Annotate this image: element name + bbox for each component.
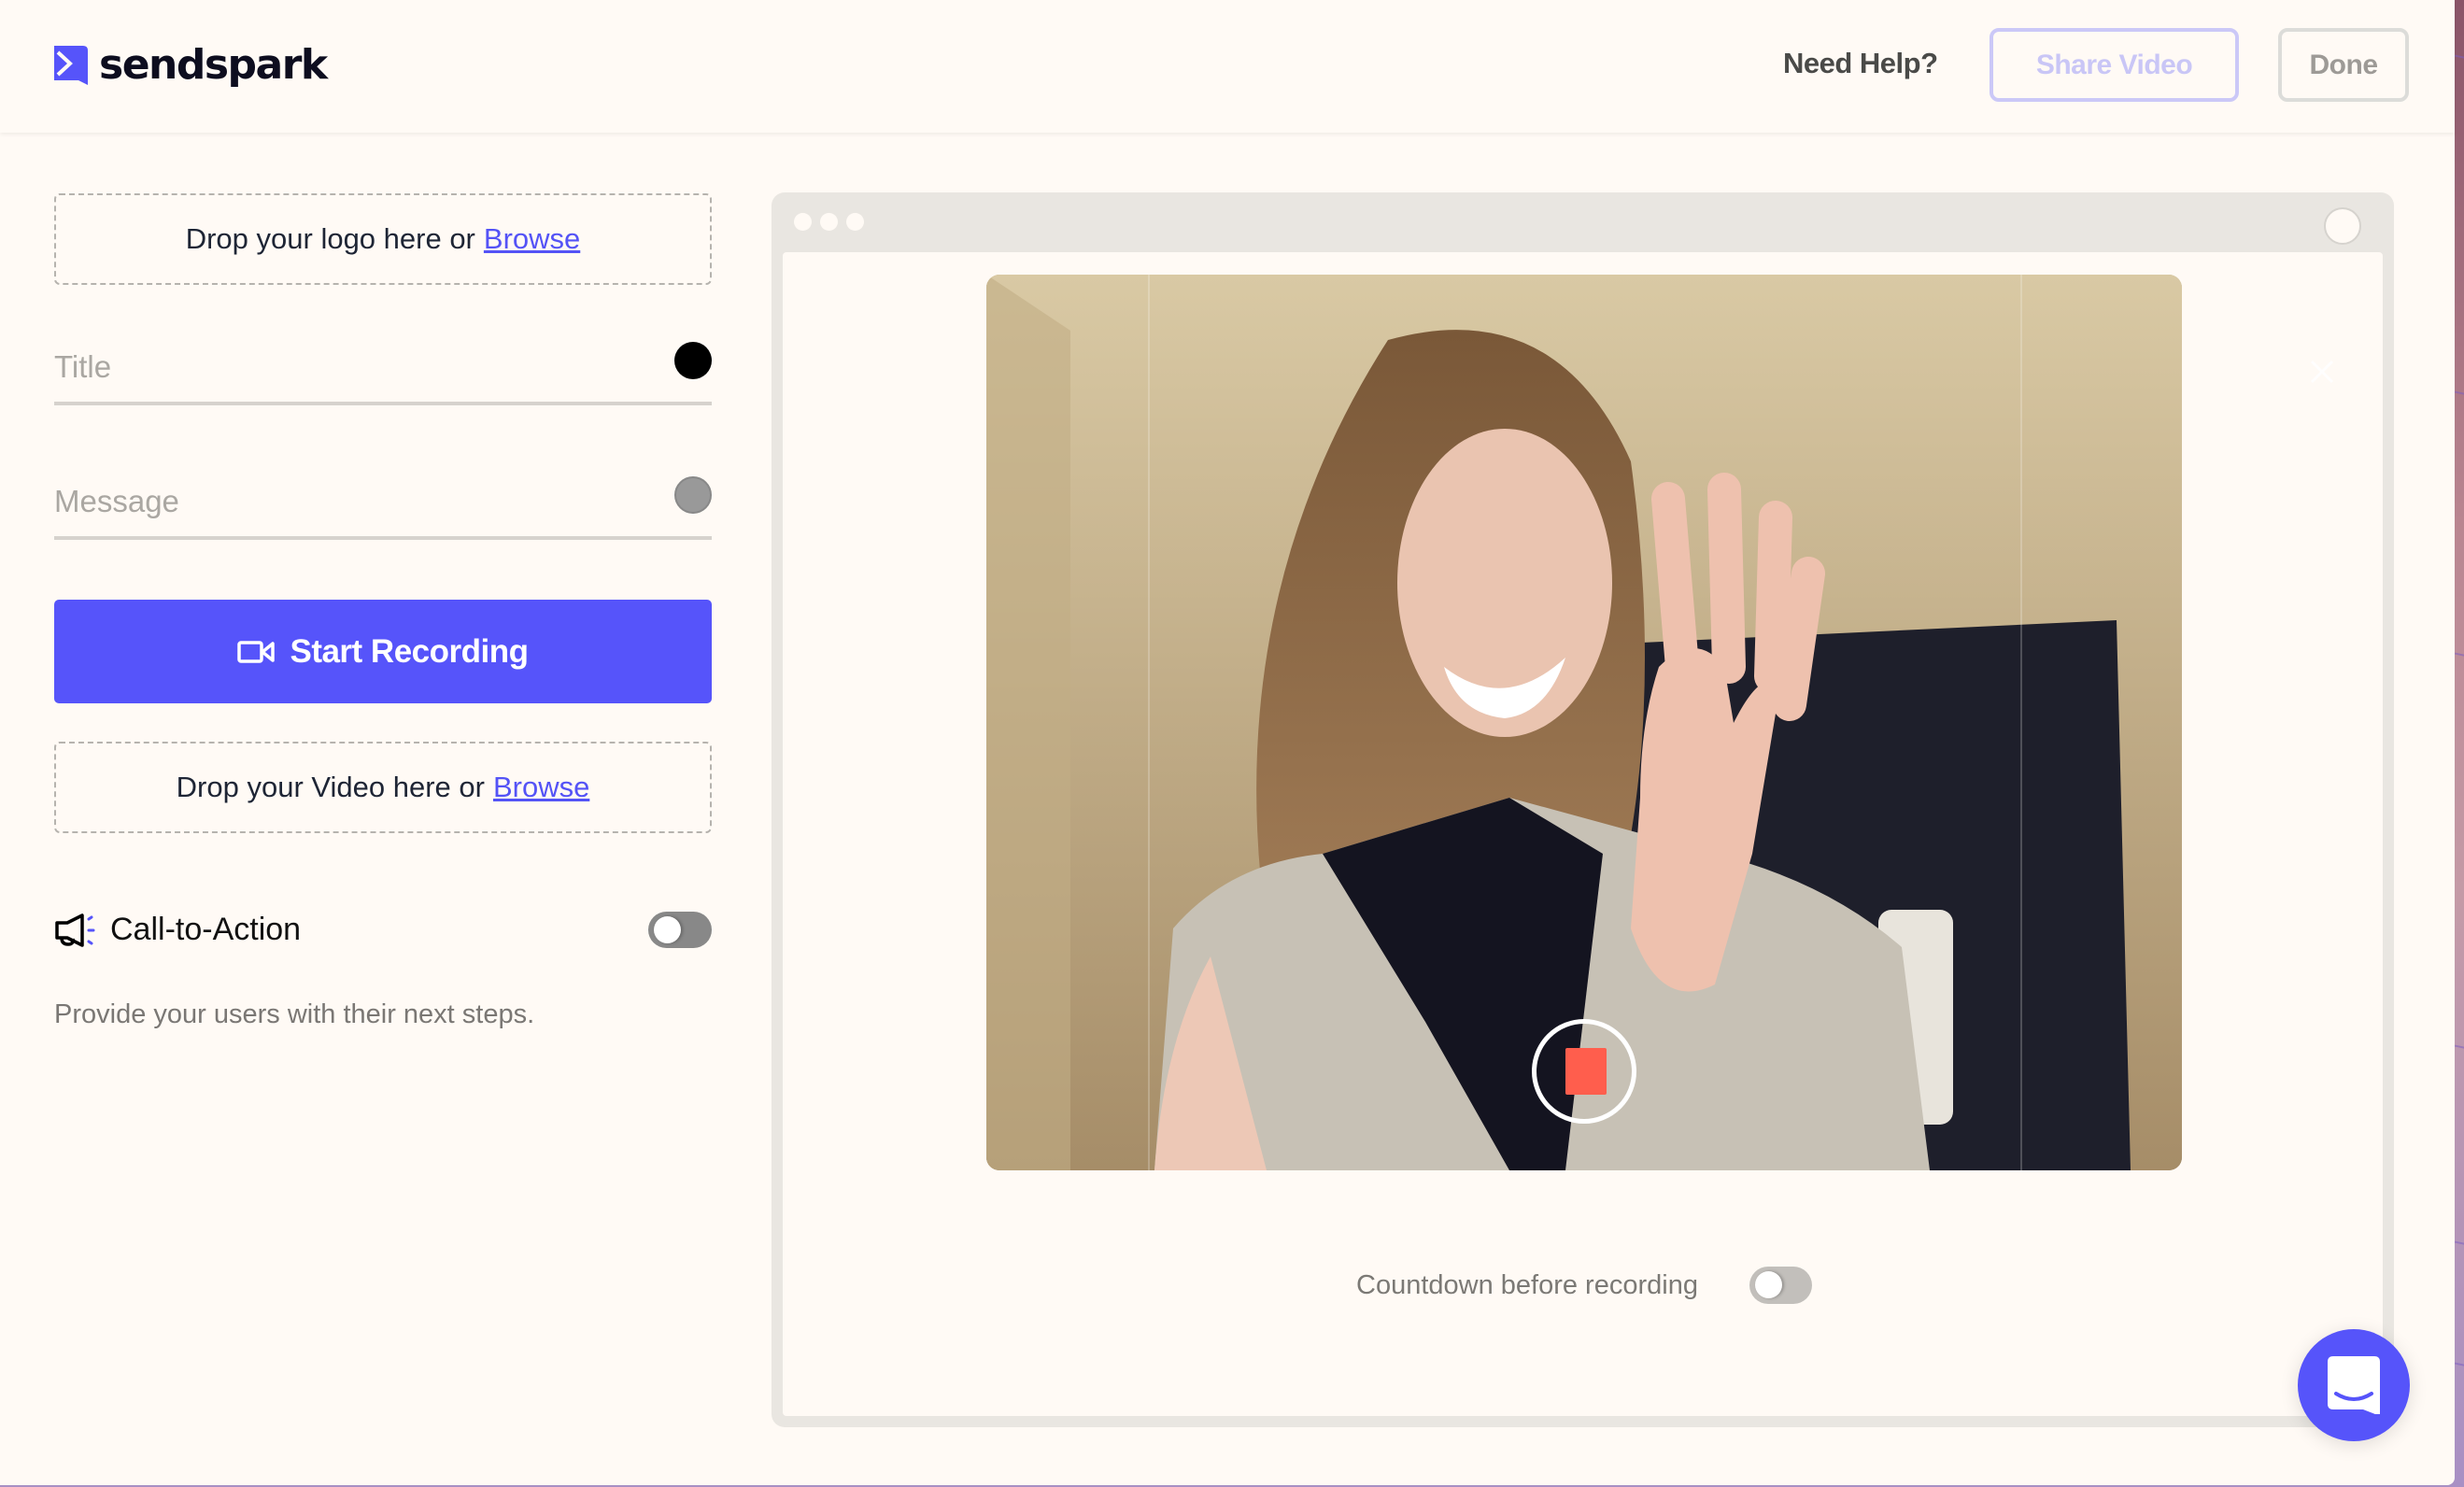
video-dropzone-text: Drop your Video here or [176, 771, 485, 803]
title-field[interactable]: Title [54, 342, 712, 405]
need-help-link[interactable]: Need Help? [1783, 47, 1938, 80]
video-browse-link[interactable]: Browse [493, 771, 589, 804]
message-color-picker[interactable] [674, 476, 712, 514]
frame-guide-right [2020, 275, 2022, 1170]
countdown-row: Countdown before recording [1356, 1267, 1823, 1304]
cta-description: Provide your users with their next steps… [54, 999, 535, 1029]
call-to-action-row: Call-to-Action [54, 910, 712, 951]
logo-browse-link[interactable]: Browse [484, 222, 580, 256]
preview-browser-frame: Countdown before recording [772, 192, 2394, 1427]
chat-icon [2328, 1356, 2380, 1414]
countdown-label: Countdown before recording [1356, 1270, 1698, 1300]
sendspark-logo-icon [54, 46, 88, 85]
window-dots [794, 213, 864, 231]
stop-icon [1565, 1048, 1607, 1095]
start-recording-button[interactable]: Start Recording [54, 600, 712, 703]
app-page: sendspark Need Help? Share Video Done Dr… [0, 0, 2455, 1485]
countdown-toggle[interactable] [1749, 1267, 1812, 1304]
video-camera-icon [237, 640, 276, 663]
top-header: sendspark Need Help? Share Video Done [0, 0, 2455, 133]
webcam-preview [986, 275, 2182, 1170]
title-placeholder: Title [54, 349, 112, 384]
close-icon[interactable] [2309, 359, 2335, 385]
done-button[interactable]: Done [2278, 28, 2409, 102]
cta-label: Call-to-Action [110, 912, 302, 947]
logo-dropzone[interactable]: Drop your logo here or Browse [54, 193, 712, 285]
preview-content: Countdown before recording [783, 252, 2383, 1416]
logo-dropzone-text: Drop your logo here or [185, 222, 475, 255]
frame-guide-left [1148, 275, 1150, 1170]
start-recording-label: Start Recording [290, 632, 529, 670]
cta-toggle[interactable] [648, 912, 712, 948]
stop-recording-button[interactable] [1532, 1019, 1636, 1124]
share-video-button[interactable]: Share Video [1990, 28, 2239, 102]
title-color-picker[interactable] [674, 342, 712, 379]
message-placeholder: Message [54, 484, 179, 518]
brand-logo[interactable]: sendspark [54, 41, 328, 89]
frame-avatar-placeholder [2324, 207, 2361, 245]
video-dropzone[interactable]: Drop your Video here or Browse [54, 742, 712, 833]
desktop-background [2455, 0, 2464, 1487]
megaphone-icon [55, 913, 95, 947]
brand-name: sendspark [99, 41, 328, 89]
support-chat-button[interactable] [2298, 1329, 2410, 1441]
message-field[interactable]: Message [54, 476, 712, 540]
